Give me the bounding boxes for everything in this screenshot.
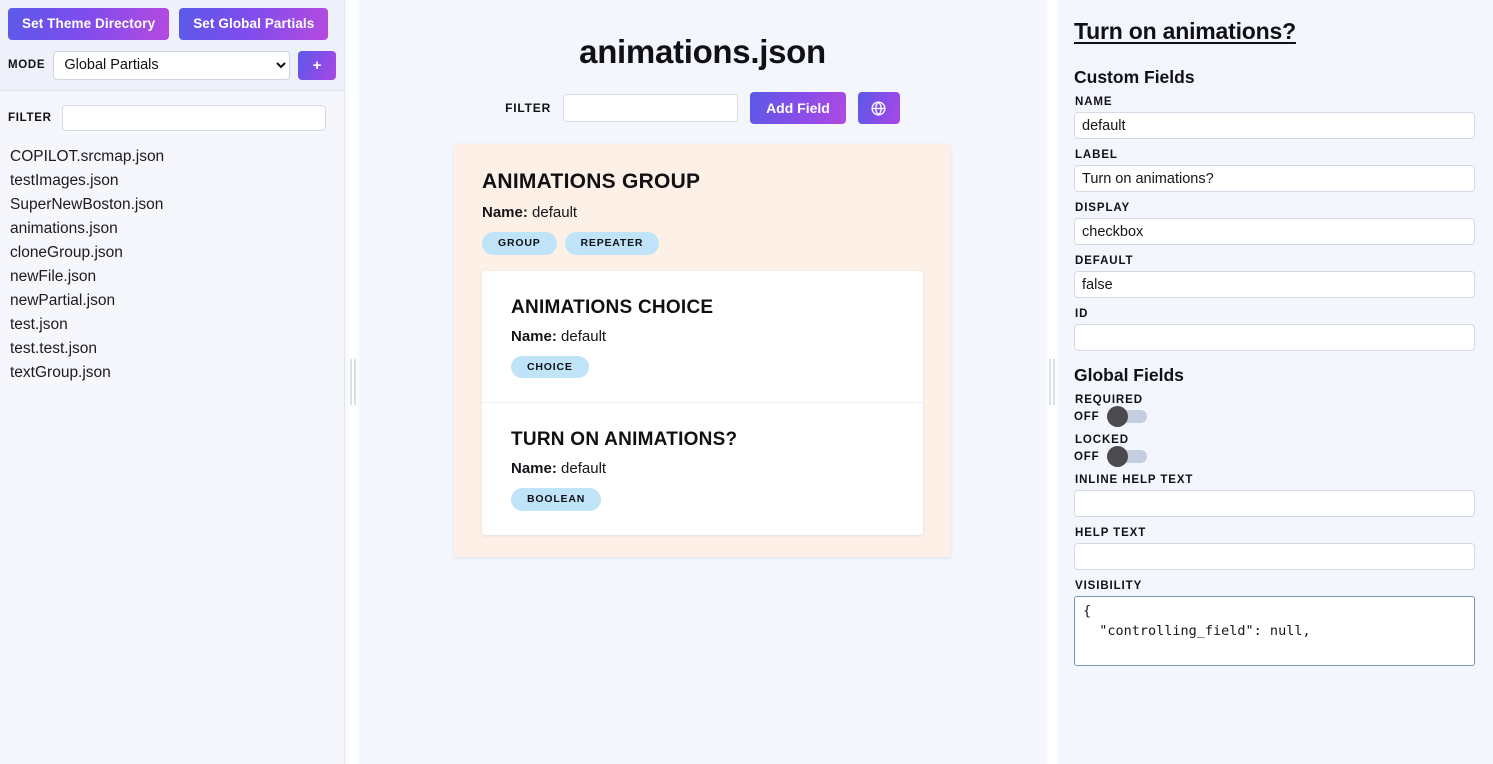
custom-fields-heading: Custom Fields — [1074, 67, 1195, 87]
status-badge[interactable]: BOOLEAN — [511, 488, 602, 511]
add-field-button[interactable]: Add Field — [750, 92, 846, 125]
field-name-label: Name: — [511, 327, 557, 345]
field-card-choice[interactable]: ANIMATIONS CHOICE Name: default CHOICE — [482, 271, 923, 403]
global-fields-heading: Global Fields — [1074, 365, 1184, 385]
sidebar-filter-row: FILTER — [0, 91, 344, 143]
field-name-line: Name: default — [511, 328, 894, 345]
locked-toggle-state: OFF — [1074, 450, 1100, 463]
sidebar-toolbar: Set Theme Directory Set Global Partials … — [0, 0, 344, 91]
field-name-label: Name: — [511, 460, 557, 478]
sidebar: Set Theme Directory Set Global Partials … — [0, 0, 345, 764]
fields-scroll-area[interactable]: ANIMATIONS GROUP Name: default GROUP REP… — [361, 124, 1044, 764]
field-editor-title: Turn on animations? — [1074, 18, 1296, 44]
default-field[interactable] — [1074, 271, 1475, 298]
status-badge[interactable]: REPEATER — [564, 232, 660, 255]
visibility-code-editor[interactable] — [1074, 596, 1475, 666]
list-item[interactable]: test.test.json — [0, 337, 344, 361]
field-name-value: default — [561, 327, 607, 345]
required-toggle[interactable] — [1107, 406, 1148, 427]
app-root: Set Theme Directory Set Global Partials … — [0, 0, 1493, 764]
nested-field-list: ANIMATIONS CHOICE Name: default CHOICE T… — [482, 270, 923, 535]
sidebar-button-row: Set Theme Directory Set Global Partials — [8, 8, 336, 40]
main-filter-label: FILTER — [505, 101, 552, 116]
list-item[interactable]: COPILOT.srcmap.json — [0, 145, 344, 169]
sidebar-filter-input[interactable] — [61, 104, 326, 131]
mode-label: MODE — [8, 59, 46, 71]
add-partial-button[interactable]: + — [298, 50, 336, 80]
field-name-value: default — [561, 460, 607, 478]
status-badge[interactable]: CHOICE — [511, 355, 589, 379]
field-card-boolean[interactable]: TURN ON ANIMATIONS? Name: default BOOLEA… — [482, 402, 923, 535]
field-tag-row: GROUP REPEATER — [482, 232, 923, 255]
field-name-value: default — [532, 204, 578, 222]
mode-select[interactable]: Global Partials — [53, 50, 290, 80]
name-field[interactable] — [1074, 112, 1475, 139]
list-item[interactable]: test.json — [0, 313, 344, 337]
main-panel: animations.json FILTER Add Field ANIMATI… — [361, 0, 1044, 764]
required-toggle-state: OFF — [1074, 410, 1100, 423]
required-toggle-row: OFF — [1074, 406, 1475, 427]
inline-help-text-field[interactable] — [1074, 490, 1475, 517]
locked-toggle-row: OFF — [1074, 446, 1475, 467]
field-name-line: Name: default — [511, 460, 894, 477]
toggle-knob — [1107, 406, 1129, 427]
id-field-label: ID — [1075, 308, 1089, 320]
display-field-label: DISPLAY — [1075, 202, 1131, 214]
field-card-group[interactable]: ANIMATIONS GROUP Name: default GROUP REP… — [454, 144, 951, 557]
field-name-line: Name: default — [482, 204, 923, 221]
label-field-label: LABEL — [1075, 149, 1118, 161]
list-item[interactable]: SuperNewBoston.json — [0, 193, 344, 217]
grip-icon — [1049, 359, 1055, 405]
list-item[interactable]: animations.json — [0, 217, 344, 241]
default-field-label: DEFAULT — [1075, 255, 1134, 267]
list-item[interactable]: textGroup.json — [0, 361, 344, 385]
toggle-knob — [1107, 446, 1129, 467]
field-title[interactable]: ANIMATIONS CHOICE — [511, 297, 894, 319]
visibility-label: VISIBILITY — [1075, 580, 1143, 592]
help-text-field[interactable] — [1074, 543, 1475, 570]
field-title[interactable]: TURN ON ANIMATIONS? — [511, 429, 894, 451]
set-theme-directory-button[interactable]: Set Theme Directory — [8, 8, 170, 40]
name-field-label: NAME — [1075, 96, 1113, 108]
globe-icon[interactable] — [857, 92, 900, 125]
display-field[interactable] — [1074, 218, 1475, 245]
list-item[interactable]: newFile.json — [0, 265, 344, 289]
status-badge[interactable]: GROUP — [482, 232, 557, 255]
sidebar-filter-label: FILTER — [8, 111, 52, 124]
label-field[interactable] — [1074, 165, 1475, 192]
field-tag-row: CHOICE — [511, 355, 894, 379]
file-list[interactable]: COPILOT.srcmap.json testImages.json Supe… — [0, 143, 344, 764]
help-text-label: HELP TEXT — [1075, 527, 1147, 539]
inline-help-text-label: INLINE HELP TEXT — [1075, 474, 1194, 486]
main-toolbar: FILTER Add Field — [361, 92, 1044, 125]
page-title: animations.json — [579, 33, 826, 70]
list-item[interactable]: cloneGroup.json — [0, 241, 344, 265]
id-field[interactable] — [1074, 324, 1475, 351]
field-name-label: Name: — [482, 204, 528, 222]
locked-toggle-label: LOCKED — [1075, 434, 1129, 446]
set-global-partials-button[interactable]: Set Global Partials — [179, 8, 329, 40]
mode-row: MODE Global Partials + — [8, 50, 336, 80]
sidebar-resize-handle[interactable] — [345, 0, 361, 764]
required-toggle-label: REQUIRED — [1075, 394, 1143, 406]
rightpanel-resize-handle[interactable] — [1044, 0, 1060, 764]
list-item[interactable]: testImages.json — [0, 169, 344, 193]
field-tag-row: BOOLEAN — [511, 488, 894, 511]
locked-toggle[interactable] — [1107, 446, 1148, 467]
main-filter-input[interactable] — [563, 94, 739, 123]
field-title[interactable]: ANIMATIONS GROUP — [482, 170, 923, 194]
field-editor-panel: Turn on animations? Custom Fields NAME L… — [1060, 0, 1493, 764]
grip-icon — [350, 359, 356, 405]
list-item[interactable]: newPartial.json — [0, 289, 344, 313]
